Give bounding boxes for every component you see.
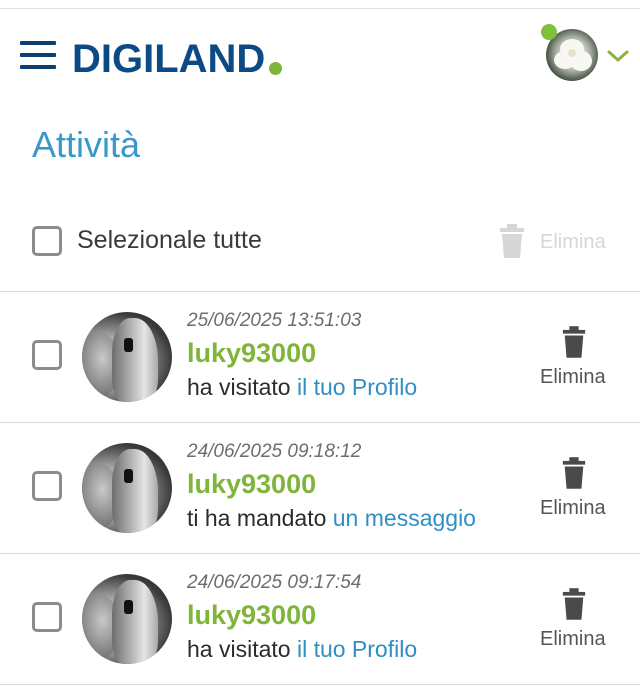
delete-activity-button[interactable]: Elimina — [536, 457, 616, 527]
activity-username[interactable]: luky93000 — [187, 600, 316, 631]
activity-username[interactable]: luky93000 — [187, 338, 316, 369]
activity-row: 24/06/2025 09:17:54 luky93000 ha visitat… — [0, 554, 640, 684]
activity-row: 24/06/2025 09:18:12 luky93000 ti ha mand… — [0, 423, 640, 553]
activity-action-text: ha visitato — [187, 636, 297, 662]
activity-checkbox[interactable] — [32, 340, 62, 370]
activity-user-avatar[interactable] — [82, 443, 172, 533]
delete-label: Elimina — [540, 628, 606, 650]
page-title: Attività — [32, 124, 141, 165]
activity-action-link[interactable]: il tuo Profilo — [297, 636, 417, 662]
bulk-delete-button[interactable]: Elimina — [498, 224, 618, 260]
activity-user-avatar[interactable] — [82, 312, 172, 402]
logo-dot — [269, 62, 283, 75]
bulk-actions-bar: Selezionale tutte Elimina — [0, 188, 640, 292]
activity-checkbox[interactable] — [32, 471, 62, 501]
activity-timestamp: 25/06/2025 13:51:03 — [187, 310, 362, 331]
select-all-label[interactable]: Selezionale tutte — [77, 226, 262, 255]
delete-label: Elimina — [540, 497, 606, 519]
activity-user-avatar[interactable] — [82, 574, 172, 664]
divider — [0, 684, 640, 685]
activity-row: 25/06/2025 13:51:03 luky93000 ha visitat… — [0, 292, 640, 422]
hamburger-menu-icon[interactable] — [20, 41, 56, 69]
logo-text: DIGILAND — [72, 37, 266, 81]
trash-icon — [562, 588, 586, 620]
activity-action-text: ti ha mandato — [187, 505, 333, 531]
trash-icon — [500, 224, 524, 258]
activity-timestamp: 24/06/2025 09:17:54 — [187, 572, 362, 593]
trash-icon — [562, 326, 586, 358]
delete-activity-button[interactable]: Elimina — [536, 588, 616, 658]
activity-description: ha visitato il tuo Profilo — [187, 374, 417, 401]
digiland-logo[interactable]: DIGILAND — [72, 35, 283, 81]
activity-description: ti ha mandato un messaggio — [187, 505, 476, 532]
select-all-checkbox[interactable] — [32, 226, 62, 256]
delete-label: Elimina — [540, 366, 606, 388]
activity-action-text: ha visitato — [187, 374, 297, 400]
online-status-dot — [541, 24, 557, 40]
trash-icon — [562, 457, 586, 489]
activity-action-link[interactable]: il tuo Profilo — [297, 374, 417, 400]
chevron-down-icon[interactable] — [606, 49, 630, 63]
activity-username[interactable]: luky93000 — [187, 469, 316, 500]
user-avatar-button[interactable] — [541, 24, 598, 81]
activity-action-link[interactable]: un messaggio — [333, 505, 476, 531]
delete-activity-button[interactable]: Elimina — [536, 326, 616, 396]
bulk-delete-label: Elimina — [540, 231, 606, 253]
activity-timestamp: 24/06/2025 09:18:12 — [187, 441, 362, 462]
activity-description: ha visitato il tuo Profilo — [187, 636, 417, 663]
app-header: DIGILAND — [0, 9, 640, 99]
activity-checkbox[interactable] — [32, 602, 62, 632]
